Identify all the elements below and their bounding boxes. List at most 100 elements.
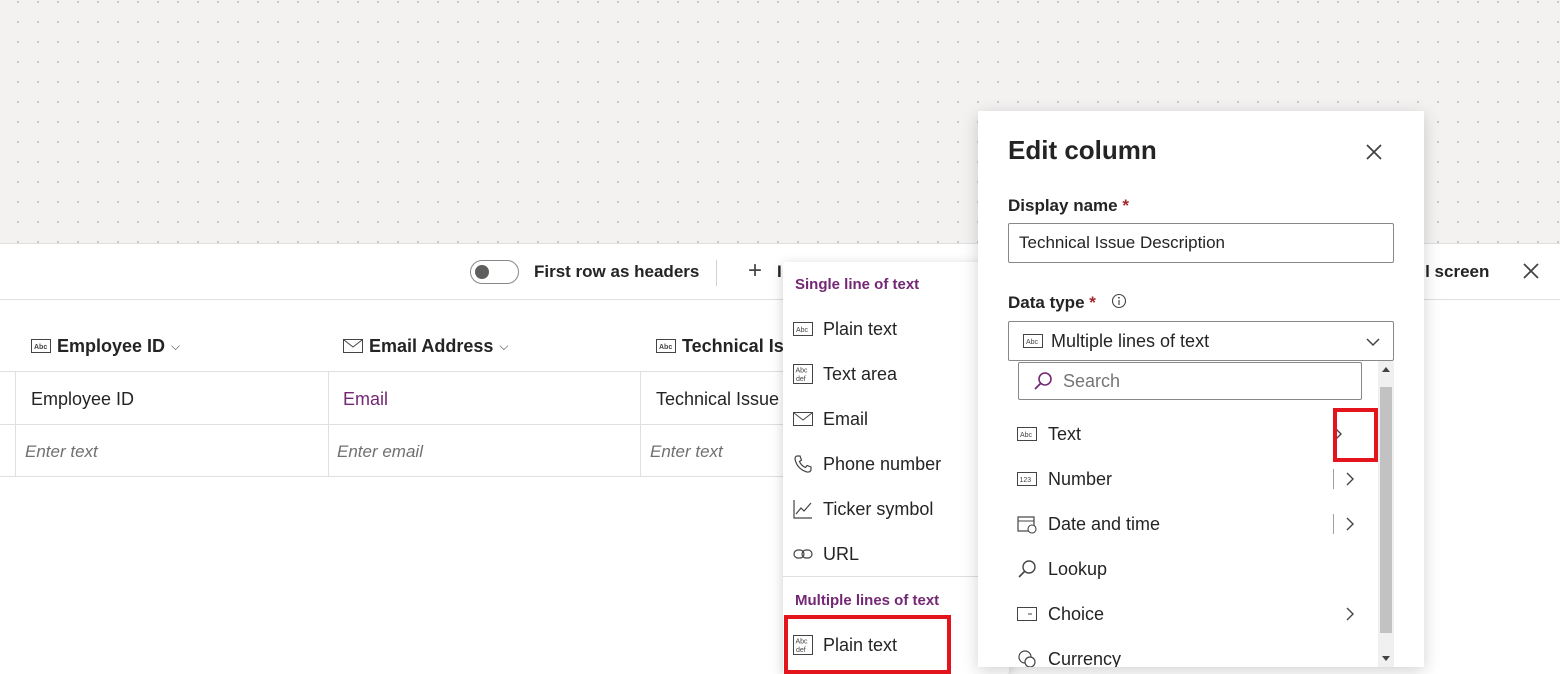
currency-icon bbox=[1016, 648, 1038, 667]
chevron-right-icon[interactable] bbox=[1340, 604, 1360, 624]
type-item-label: Date and time bbox=[1048, 513, 1161, 534]
chevron-down-icon[interactable] bbox=[1365, 334, 1381, 350]
highlight-box bbox=[1333, 408, 1378, 462]
search-field[interactable] bbox=[1018, 362, 1362, 400]
submenu-item-plain-text[interactable]: Abc Plain text bbox=[793, 314, 993, 344]
text-area-icon: Abc def bbox=[793, 364, 813, 384]
column-header-email[interactable]: Email Address ⌵ bbox=[343, 333, 509, 359]
table-row-divider bbox=[0, 476, 790, 477]
type-item-label: Number bbox=[1048, 468, 1113, 489]
submenu-group-header: Single line of text bbox=[795, 276, 920, 293]
dropdown-scrollbar[interactable] bbox=[1378, 361, 1394, 667]
type-item-currency[interactable]: Currency bbox=[1016, 642, 1366, 667]
mail-icon bbox=[343, 339, 363, 353]
first-row-headers-label: First row as headers bbox=[534, 262, 700, 281]
submenu-item-label: Phone number bbox=[823, 453, 942, 474]
display-name-label: Display name * bbox=[1008, 196, 1129, 216]
submenu-item-url[interactable]: URL bbox=[793, 539, 993, 569]
table-cell-placeholder[interactable]: Enter text bbox=[25, 442, 98, 462]
svg-text:Abc: Abc bbox=[1020, 432, 1033, 439]
toolbar-divider bbox=[716, 260, 717, 286]
text-type-submenu: Single line of text Abc Plain text Abc de… bbox=[783, 262, 1009, 674]
scroll-down-arrow[interactable] bbox=[1381, 653, 1391, 663]
type-item-number[interactable]: 123 Number bbox=[1016, 462, 1366, 496]
type-item-label: Choice bbox=[1048, 603, 1105, 624]
text-abc-icon: Abc bbox=[1016, 423, 1038, 445]
highlight-box bbox=[784, 615, 951, 674]
table-column-divider bbox=[328, 371, 329, 477]
plus-icon[interactable]: + bbox=[748, 259, 762, 283]
data-type-label: Data type * bbox=[1008, 293, 1096, 313]
submenu-item-email[interactable]: Email bbox=[793, 404, 993, 434]
type-item-date-time[interactable]: Date and time bbox=[1016, 507, 1366, 541]
phone-icon bbox=[793, 454, 813, 474]
text-abc-icon: Abc bbox=[793, 319, 813, 339]
label-text: Display name bbox=[1008, 196, 1118, 215]
svg-text:Abc: Abc bbox=[659, 344, 672, 351]
chevron-down-icon[interactable]: ⌵ bbox=[171, 339, 180, 354]
type-item-text[interactable]: Abc Text bbox=[1016, 417, 1366, 451]
svg-text:def: def bbox=[796, 376, 806, 383]
svg-text:Abc: Abc bbox=[34, 344, 47, 351]
chevron-down-icon[interactable]: ⌵ bbox=[499, 339, 508, 354]
table-cell[interactable]: Employee ID bbox=[31, 389, 134, 410]
item-separator bbox=[1333, 514, 1334, 534]
chart-line-icon bbox=[793, 499, 813, 519]
table-column-divider bbox=[640, 371, 641, 477]
type-item-label: Text bbox=[1048, 423, 1082, 444]
table-row-divider bbox=[0, 371, 790, 372]
search-input[interactable] bbox=[1063, 370, 1323, 392]
choice-icon bbox=[1016, 603, 1038, 625]
submenu-divider bbox=[783, 576, 1009, 577]
submenu-item-ticker-symbol[interactable]: Ticker symbol bbox=[793, 494, 993, 524]
type-item-lookup[interactable]: Lookup bbox=[1016, 552, 1366, 586]
required-marker: * bbox=[1089, 293, 1096, 312]
search-icon bbox=[1016, 558, 1038, 580]
type-item-choice[interactable]: Choice bbox=[1016, 597, 1366, 631]
table-cell[interactable]: Email bbox=[343, 389, 388, 410]
submenu-item-label: Email bbox=[823, 408, 869, 429]
scroll-up-arrow[interactable] bbox=[1381, 365, 1391, 375]
info-icon[interactable] bbox=[1111, 293, 1127, 309]
close-icon[interactable] bbox=[1363, 141, 1385, 163]
table-cell[interactable]: Technical Issue bbox=[656, 389, 779, 410]
required-marker: * bbox=[1122, 196, 1129, 215]
link-icon bbox=[793, 544, 813, 564]
toggle-knob bbox=[475, 265, 489, 279]
table-cell-placeholder[interactable]: Enter text bbox=[650, 442, 723, 462]
item-separator bbox=[1333, 469, 1334, 489]
mail-icon bbox=[793, 409, 813, 429]
column-header-label: Email Address bbox=[369, 335, 494, 356]
text-abc-icon: Abc bbox=[31, 339, 51, 353]
text-area-icon: Abc bbox=[1023, 334, 1043, 348]
table-cell-placeholder[interactable]: Enter email bbox=[337, 442, 423, 462]
submenu-group-header: Multiple lines of text bbox=[795, 592, 940, 609]
edit-column-panel: Edit column Display name * Technical Iss… bbox=[978, 111, 1424, 667]
display-name-input[interactable]: Technical Issue Description bbox=[1008, 223, 1394, 263]
svg-text:Abc: Abc bbox=[1026, 339, 1039, 346]
submenu-item-label: Ticker symbol bbox=[823, 498, 934, 519]
panel-title: Edit column bbox=[1008, 135, 1157, 165]
scrollbar-thumb[interactable] bbox=[1380, 387, 1392, 633]
submenu-item-text-area[interactable]: Abc def Text area bbox=[793, 359, 993, 389]
submenu-item-label: Plain text bbox=[823, 318, 898, 339]
table-column-divider bbox=[15, 371, 16, 477]
svg-text:123: 123 bbox=[1020, 477, 1032, 484]
type-item-label: Lookup bbox=[1048, 558, 1108, 579]
submenu-item-label: Text area bbox=[823, 363, 898, 384]
data-type-select[interactable]: Abc Multiple lines of text bbox=[1008, 321, 1394, 361]
chevron-right-icon[interactable] bbox=[1340, 469, 1360, 489]
calendar-icon bbox=[1016, 513, 1038, 535]
number-icon: 123 bbox=[1016, 468, 1038, 490]
chevron-right-icon[interactable] bbox=[1340, 514, 1360, 534]
submenu-item-phone-number[interactable]: Phone number bbox=[793, 449, 993, 479]
column-header-employee-id[interactable]: Abc Employee ID ⌵ bbox=[31, 333, 180, 359]
data-type-value: Multiple lines of text bbox=[1051, 330, 1210, 351]
close-icon[interactable] bbox=[1520, 260, 1542, 282]
data-type-dropdown: Abc Text 123 Number Date and time Lookup… bbox=[1008, 361, 1394, 667]
table-row-divider bbox=[0, 424, 790, 425]
svg-text:Abc: Abc bbox=[796, 327, 809, 334]
add-button-label[interactable]: I bbox=[777, 262, 782, 282]
first-row-headers-toggle[interactable] bbox=[470, 260, 519, 284]
submenu-item-label: URL bbox=[823, 543, 860, 564]
